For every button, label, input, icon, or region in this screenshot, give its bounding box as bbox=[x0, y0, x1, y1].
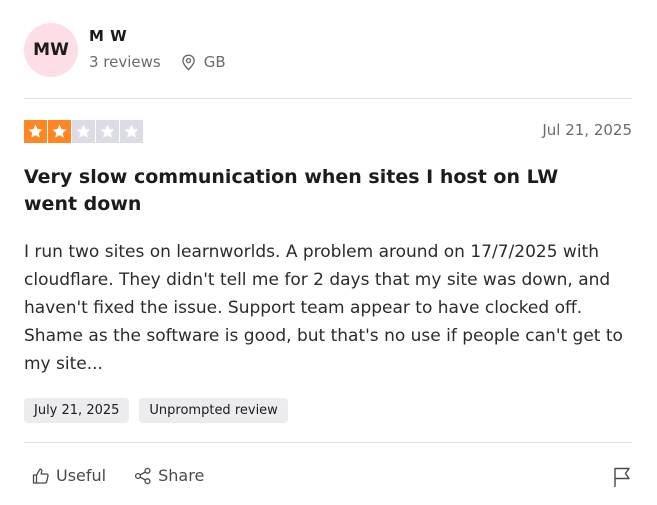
useful-label: Useful bbox=[56, 466, 107, 485]
divider bbox=[24, 442, 632, 443]
review-source-tag[interactable]: Unprompted review bbox=[139, 398, 288, 423]
thumbs-up-icon bbox=[32, 468, 49, 484]
star-icon bbox=[28, 124, 43, 138]
star-empty bbox=[120, 120, 143, 143]
review-card: MW M W 3 reviews GB Jul 21, 2025 Very sl… bbox=[0, 0, 657, 505]
star-empty bbox=[72, 120, 95, 143]
review-actions: Useful Share bbox=[32, 466, 232, 485]
location-pin-icon bbox=[181, 53, 195, 71]
review-tags: July 21, 2025 Unprompted review bbox=[24, 398, 298, 423]
useful-button[interactable]: Useful bbox=[32, 466, 106, 485]
share-icon bbox=[135, 467, 151, 484]
divider bbox=[24, 98, 632, 99]
reviewer-meta: 3 reviews GB bbox=[89, 53, 226, 71]
report-flag-button[interactable] bbox=[613, 466, 631, 492]
share-button[interactable]: Share bbox=[134, 466, 204, 485]
review-body: I run two sites on learnworlds. A proble… bbox=[24, 242, 623, 374]
review-title[interactable]: Very slow communication when sites I hos… bbox=[24, 164, 564, 218]
star-icon bbox=[100, 124, 115, 138]
star-filled bbox=[48, 120, 71, 143]
experience-date-tag: July 21, 2025 bbox=[24, 398, 130, 423]
country-code: GB bbox=[203, 53, 226, 71]
share-label: Share bbox=[158, 466, 205, 485]
avatar[interactable]: MW bbox=[24, 23, 78, 77]
star-icon bbox=[124, 124, 139, 138]
reviewer-name[interactable]: M W bbox=[89, 27, 127, 45]
review-count: 3 reviews bbox=[89, 53, 161, 71]
star-rating bbox=[24, 120, 144, 143]
star-empty bbox=[96, 120, 119, 143]
star-icon bbox=[76, 124, 91, 138]
star-icon bbox=[52, 124, 67, 138]
star-filled bbox=[24, 120, 47, 143]
review-date: Jul 21, 2025 bbox=[542, 121, 632, 139]
reviewer-location: GB bbox=[181, 53, 226, 71]
flag-icon bbox=[614, 467, 630, 487]
